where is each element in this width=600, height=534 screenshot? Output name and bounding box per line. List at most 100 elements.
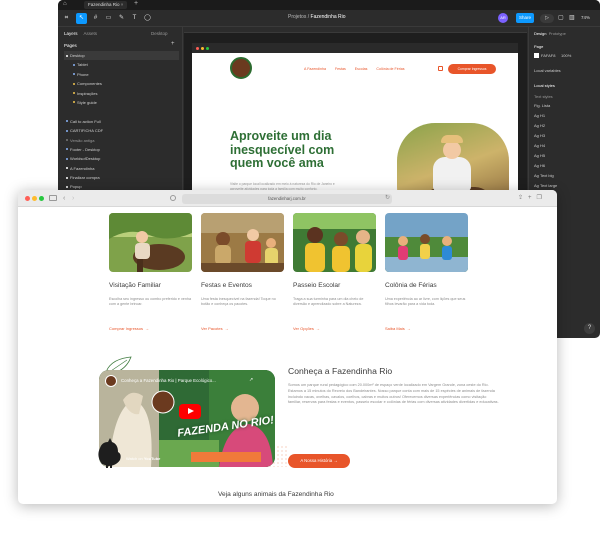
close-window-icon[interactable]	[25, 196, 30, 201]
share-icon[interactable]: ⇪	[518, 195, 528, 201]
comment-tool-icon[interactable]: ◯	[142, 13, 153, 24]
pages-title: Pages	[64, 43, 77, 48]
text-style-row[interactable]: Ag H3	[534, 133, 545, 138]
maximize-window-icon[interactable]	[39, 196, 44, 201]
text-style-row[interactable]: Ag H2	[534, 123, 545, 128]
page-item[interactable]: CARTIFICHA CDF	[64, 126, 179, 135]
library-icon[interactable]: ▥	[569, 14, 575, 21]
local-variables[interactable]: Local variables	[534, 68, 561, 73]
page-item[interactable]: WorldsofDesktop	[64, 154, 179, 163]
page-dropdown[interactable]: Desktop	[151, 31, 168, 36]
cart-icon[interactable]	[438, 66, 443, 71]
frame-browser-bar	[192, 43, 518, 53]
shape-tool-icon[interactable]: ▭	[103, 13, 114, 24]
site-logo-icon	[230, 57, 252, 79]
breadcrumb-project[interactable]: Projetos	[288, 14, 306, 20]
card-title: Passeio Escolar	[293, 282, 341, 289]
page-item[interactable]: Desktop	[64, 51, 179, 61]
card-link[interactable]: Saiba Mais →	[385, 326, 411, 331]
page-color-opacity: 100%	[561, 53, 572, 58]
present-icon[interactable]: ▢	[558, 14, 564, 21]
play-icon[interactable]: ▷	[540, 14, 554, 23]
page-item[interactable]: Style guide	[64, 98, 179, 107]
breadcrumb-separator: /	[307, 14, 310, 20]
privacy-shield-icon	[170, 195, 176, 201]
text-style-row[interactable]: Ag H4	[534, 143, 545, 148]
about-title: Conheça a Fazendinha Rio	[288, 366, 393, 376]
video-embed[interactable]: Conheça a Fazendinha Rio | Parque Ecológ…	[99, 370, 275, 467]
tab-prototype[interactable]: Prototype	[549, 31, 566, 36]
card-link[interactable]: Ver Opções →	[293, 326, 320, 331]
site-nav-item[interactable]: A Fazendinha	[304, 67, 326, 71]
figma-tab[interactable]: Fazendinha Rio ×	[84, 1, 128, 9]
new-tab-icon[interactable]: +	[528, 195, 537, 201]
arrow-right-icon: →	[145, 326, 150, 331]
page-color-field[interactable]: FAFAF8 100%	[534, 53, 572, 59]
add-page-icon[interactable]: +	[171, 41, 175, 47]
site-nav-item[interactable]: Colônia de Férias	[376, 67, 404, 71]
minimize-window-icon[interactable]	[32, 196, 37, 201]
browser-toolbar: ‹ › fazendinharj.com.br ↻ ⇪+❐	[18, 190, 557, 207]
site-nav-item[interactable]: Festas	[335, 67, 346, 71]
forward-icon[interactable]: ›	[72, 194, 74, 203]
youtube-play-icon[interactable]	[179, 404, 201, 419]
text-style-row[interactable]: Ag Text large	[534, 183, 557, 188]
page-item[interactable]: A Fazendinha	[64, 164, 179, 173]
text-style-row[interactable]: Ag Text big	[534, 173, 554, 178]
frame-tool-icon[interactable]: #	[90, 13, 101, 24]
our-story-button[interactable]: A Nossa História →	[288, 454, 350, 468]
tabs-overview-icon[interactable]: ❐	[537, 195, 547, 201]
tab-assets[interactable]: Assets	[84, 31, 98, 36]
page-item[interactable]: Componentes	[64, 79, 179, 88]
zoom-level[interactable]: 74%	[581, 15, 590, 20]
site-nav: A Fazendinha Festas Escolas Colônia de F…	[304, 67, 413, 71]
card-title: Colônia de Férias	[385, 282, 437, 289]
card-description: Uma festa inesquecível na fazenda! Toque…	[201, 297, 276, 307]
share-icon[interactable]: ↗	[249, 377, 253, 383]
page-item[interactable]: Footer - Desktop	[64, 145, 179, 154]
back-icon[interactable]: ‹	[63, 194, 65, 203]
share-button[interactable]: Share	[516, 13, 534, 23]
card-link[interactable]: Comprar Ingressos →	[109, 326, 149, 331]
reload-icon[interactable]: ↻	[385, 194, 390, 201]
card-image	[293, 213, 376, 272]
color-swatch[interactable]	[534, 53, 539, 59]
watch-on-youtube[interactable]: Watch on YouTube	[126, 456, 160, 461]
arrow-right-icon: →	[315, 326, 320, 331]
layers-tabs: Layers Assets Desktop	[64, 31, 168, 36]
page-section-title: Page	[534, 44, 544, 49]
sidebar-toggle-icon[interactable]	[49, 195, 57, 201]
tab-layers[interactable]: Layers	[64, 31, 78, 36]
card-link[interactable]: Ver Pacotes →	[201, 326, 229, 331]
buy-tickets-button[interactable]: Comprar Ingressos	[448, 64, 496, 74]
text-style-row[interactable]: Fig. Lista	[534, 103, 550, 108]
breadcrumb: Projetos / Fazendinha Rio	[288, 14, 346, 20]
close-tab-icon[interactable]: ×	[121, 2, 124, 7]
avatar[interactable]: AR	[498, 13, 508, 23]
site-nav-item[interactable]: Escolas	[355, 67, 368, 71]
page-item[interactable]: Versão antiga	[64, 136, 179, 145]
url-text: fazendinharj.com.br	[268, 195, 306, 201]
help-icon[interactable]: ?	[584, 323, 595, 334]
page-item[interactable]: Call to action Full	[64, 117, 179, 126]
breadcrumb-file[interactable]: Fazendinha Rio	[311, 14, 346, 20]
about-body: Somos um parque rural pedagógico com 20.…	[288, 383, 499, 405]
animals-heading: Veja alguns animais da Fazendinha Rio	[218, 491, 334, 498]
text-style-row[interactable]: Ag H1	[534, 113, 545, 118]
home-icon[interactable]: ⌂	[63, 1, 67, 7]
ruler	[184, 27, 527, 33]
text-style-row[interactable]: Ag H6	[534, 163, 545, 168]
youtube-logo-icon: YouTube	[143, 456, 161, 461]
page-item[interactable]: Finalizar compra	[64, 173, 179, 182]
page-item[interactable]: Tablet	[64, 60, 179, 69]
main-menu-icon[interactable]: ⌗	[61, 13, 72, 24]
move-tool-icon[interactable]: ↖	[76, 13, 87, 24]
page-item[interactable]: Phone	[64, 70, 179, 79]
address-bar[interactable]: fazendinharj.com.br	[182, 193, 392, 204]
text-tool-icon[interactable]: T	[129, 13, 140, 24]
page-item[interactable]: Inspirações	[64, 89, 179, 98]
new-tab-icon[interactable]: +	[134, 0, 138, 7]
text-style-row[interactable]: Ag H5	[534, 153, 545, 158]
tab-design[interactable]: Design	[534, 31, 546, 36]
pen-tool-icon[interactable]: ✎	[116, 13, 127, 24]
